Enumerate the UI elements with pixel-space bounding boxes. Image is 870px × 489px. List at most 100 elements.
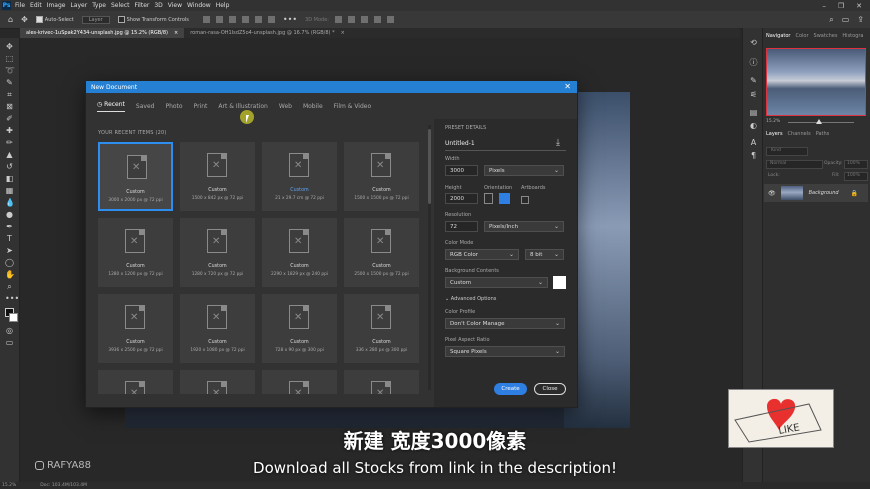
kind-filter[interactable]: Kind xyxy=(766,147,808,156)
width-input[interactable]: 3000 xyxy=(445,165,478,176)
tab-saved[interactable]: Saved xyxy=(136,103,155,110)
3d-pan-icon[interactable] xyxy=(361,16,368,23)
recent-item-card[interactable]: ✕ Custom 1280 x 1200 px @ 72 ppi xyxy=(98,218,173,287)
3d-slide-icon[interactable] xyxy=(374,16,381,23)
more-tools-icon[interactable]: ••• xyxy=(5,294,19,303)
eraser-icon[interactable]: ◧ xyxy=(5,174,14,183)
move-tool-icon[interactable]: ✥ xyxy=(21,15,28,24)
tab-recent[interactable]: ◷ Recent xyxy=(97,101,125,112)
menu-image[interactable]: Image xyxy=(47,2,66,9)
brushes-icon[interactable]: ✎ xyxy=(749,76,758,85)
layer-select[interactable]: Layer xyxy=(81,15,110,24)
recent-item-card[interactable]: ✕ Custom 3936 x 2500 px @ 72 ppi xyxy=(98,294,173,363)
tab-navigator[interactable]: Navigator xyxy=(766,33,790,39)
type-icon[interactable]: T xyxy=(5,234,14,243)
libraries-icon[interactable]: ▤ xyxy=(749,108,758,117)
eye-icon[interactable]: 👁 xyxy=(768,190,776,197)
advanced-options-toggle[interactable]: ⌄ Advanced Options xyxy=(445,296,496,302)
align-top-icon[interactable] xyxy=(241,16,249,23)
tab-paths[interactable]: Paths xyxy=(816,131,830,137)
eyedropper-icon[interactable]: ✐ xyxy=(5,114,14,123)
character-icon[interactable]: A xyxy=(749,138,758,147)
navigator-thumbnail[interactable] xyxy=(766,48,866,116)
save-preset-icon[interactable]: ⤓ xyxy=(556,138,560,148)
healing-icon[interactable]: ✚ xyxy=(5,126,14,135)
tab-mobile[interactable]: Mobile xyxy=(303,103,323,110)
3d-roll-icon[interactable] xyxy=(348,16,355,23)
tab-print[interactable]: Print xyxy=(194,103,208,110)
tab-channels[interactable]: Channels xyxy=(788,131,811,137)
recent-item-card[interactable]: ✕ Custom 1280 x 720 px @ 72 ppi xyxy=(180,218,255,287)
quick-mask-icon[interactable]: ◎ xyxy=(5,326,14,335)
menu-view[interactable]: View xyxy=(168,2,182,9)
hand-icon[interactable]: ✋ xyxy=(5,270,15,279)
brush-icon[interactable]: ✏ xyxy=(5,138,14,147)
history-brush-icon[interactable]: ↺ xyxy=(5,162,14,171)
width-unit-select[interactable]: Pixels ⌄ xyxy=(484,165,564,176)
tab-web[interactable]: Web xyxy=(279,103,292,110)
tab-layers[interactable]: Layers xyxy=(766,131,783,137)
align-bottom-icon[interactable] xyxy=(267,16,275,23)
align-right-icon[interactable] xyxy=(228,16,236,23)
recent-item-card[interactable]: ✕ Custom 336 x 280 px @ 300 ppi xyxy=(344,294,419,363)
align-middle-icon[interactable] xyxy=(254,16,262,23)
3d-rotate-icon[interactable] xyxy=(335,16,342,23)
3d-scale-icon[interactable] xyxy=(387,16,394,23)
recent-item-card[interactable]: ✕ xyxy=(98,370,173,394)
stamp-icon[interactable]: ▲ xyxy=(5,150,14,159)
color-profile-select[interactable]: Don't Color Manage ⌄ xyxy=(445,318,565,329)
align-left-icon[interactable] xyxy=(202,16,210,23)
close-tab-icon[interactable]: × xyxy=(174,30,178,36)
recent-item-card[interactable]: ✕ Custom 21 x 29.7 cm @ 72 ppi xyxy=(262,142,337,211)
document-name-field[interactable]: Untitled-1 xyxy=(445,140,475,147)
tab-histogram[interactable]: Histogra xyxy=(842,33,863,39)
menu-help[interactable]: Help xyxy=(216,2,230,9)
home-icon[interactable]: ⌂ xyxy=(8,15,13,24)
minimize-icon[interactable]: – xyxy=(822,2,826,10)
adjust-icon[interactable]: ⚟ xyxy=(749,90,758,99)
recent-item-card[interactable]: ✕ xyxy=(180,370,255,394)
move-icon[interactable]: ✥ xyxy=(5,42,14,51)
zoom-icon[interactable]: ⌕ xyxy=(5,282,14,291)
bit-depth-select[interactable]: 8 bit ⌄ xyxy=(525,249,564,260)
share-icon[interactable]: ⇪ xyxy=(857,15,864,24)
fill-field[interactable]: 100% xyxy=(844,172,868,181)
menu-edit[interactable]: Edit xyxy=(30,2,42,9)
lasso-icon[interactable]: ➰ xyxy=(5,66,15,75)
restore-icon[interactable]: ❐ xyxy=(838,2,844,10)
info-icon[interactable]: ⓘ xyxy=(749,58,758,67)
artboards-checkbox[interactable] xyxy=(521,196,529,204)
align-center-icon[interactable] xyxy=(215,16,223,23)
landscape-orientation-icon[interactable] xyxy=(499,193,510,204)
gradient-icon[interactable]: ▦ xyxy=(5,186,14,195)
menu-select[interactable]: Select xyxy=(111,2,130,9)
close-window-icon[interactable]: ✕ xyxy=(856,2,862,10)
dialog-close-icon[interactable]: ✕ xyxy=(564,82,571,92)
screen-mode-icon[interactable]: ▭ xyxy=(5,338,14,347)
tab-photo[interactable]: Photo xyxy=(165,103,182,110)
document-tab[interactable]: ales-krivec-1uSpak2Y434-unsplash.jpg @ 1… xyxy=(20,28,185,38)
pixel-aspect-select[interactable]: Square Pixels ⌄ xyxy=(445,346,565,357)
background-contents-select[interactable]: Custom ⌄ xyxy=(445,277,548,288)
menu-type[interactable]: Type xyxy=(92,2,106,9)
resolution-unit-select[interactable]: Pixels/Inch ⌄ xyxy=(484,221,564,232)
path-select-icon[interactable]: ➤ xyxy=(5,246,14,255)
document-tab[interactable]: roman-rasa-OH1IsdZ5o4-unsplash.jpg @ 16.… xyxy=(184,28,351,38)
more-icon[interactable]: ••• xyxy=(283,15,297,24)
blur-icon[interactable]: 💧 xyxy=(5,198,15,207)
recent-item-card[interactable]: ✕ Custom 1920 x 1080 px @ 72 ppi xyxy=(180,294,255,363)
paragraph-icon[interactable]: ¶ xyxy=(749,151,758,160)
shape-icon[interactable]: ◯ xyxy=(5,258,14,267)
layer-row[interactable]: 👁 Background 🔒 xyxy=(764,184,868,202)
tab-film-video[interactable]: Film & Video xyxy=(334,103,372,110)
quick-select-icon[interactable]: ✎ xyxy=(5,78,14,87)
color-mode-select[interactable]: RGB Color ⌄ xyxy=(445,249,519,260)
background-color-swatch[interactable] xyxy=(553,276,566,289)
recent-item-card[interactable]: ✕ xyxy=(262,370,337,394)
auto-select-checkbox[interactable] xyxy=(35,16,43,23)
tab-art-illustration[interactable]: Art & Illustration xyxy=(218,103,267,110)
opacity-field[interactable]: 100% xyxy=(844,160,868,169)
transform-controls-checkbox[interactable] xyxy=(117,16,125,23)
tab-swatches[interactable]: Swatches xyxy=(814,33,838,39)
crop-icon[interactable]: ⌗ xyxy=(5,90,14,99)
